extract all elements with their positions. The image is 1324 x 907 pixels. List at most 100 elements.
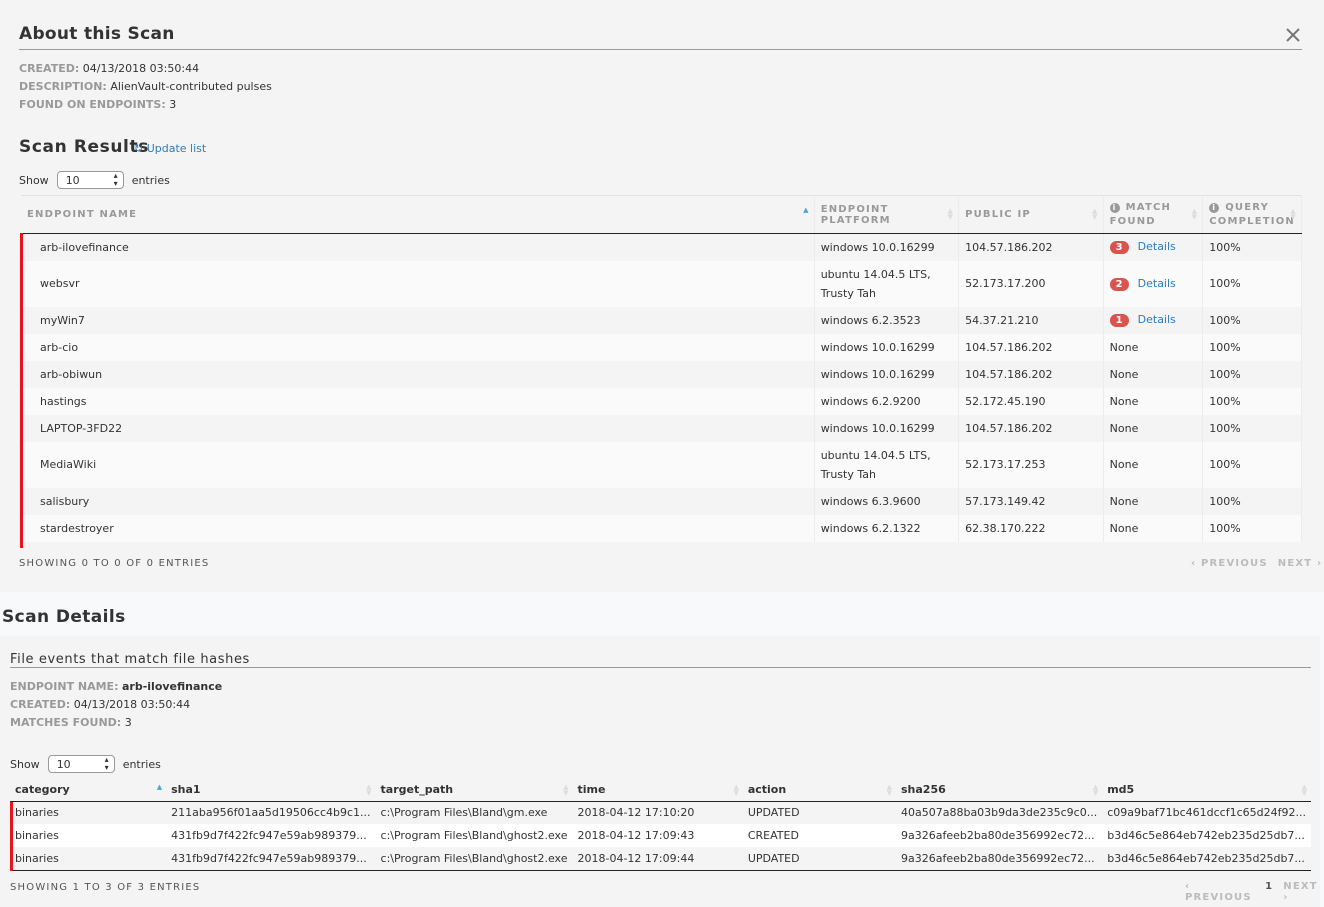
match-found: None — [1103, 360, 1204, 388]
category: binaries — [10, 847, 167, 871]
divider — [19, 49, 1302, 50]
match-none: None — [1109, 458, 1139, 471]
sort-icon: ▲ ▼ — [1092, 783, 1099, 797]
endpoint-name: websvr — [21, 260, 815, 307]
action: CREATED — [742, 824, 896, 847]
table-row[interactable]: hastings windows 6.2.9200 52.172.45.190 … — [21, 387, 1302, 415]
col-endpoint-name[interactable]: ENDPOINT NAME ▲ — [21, 195, 815, 234]
sha256: 9a326afeeb2ba80de356992ec72... — [895, 824, 1103, 847]
sha1: 431fb9d7f422fc947e59ab989379... — [166, 824, 376, 847]
results-pager: ‹ PREVIOUS NEXT › — [1191, 558, 1322, 569]
endpoint-name: MediaWiki — [21, 441, 815, 488]
endpoint-name: myWin7 — [21, 306, 815, 334]
sha1: 431fb9d7f422fc947e59ab989379... — [166, 847, 376, 871]
table-row[interactable]: websvr ubuntu 14.04.5 LTS, Trusty Tah 52… — [21, 260, 1302, 307]
sort-icon: ▲ ▼ — [947, 207, 955, 221]
table-row[interactable]: binaries 431fb9d7f422fc947e59ab989379... c… — [10, 847, 1311, 871]
col-query-completion[interactable]: i QUERY COMPLETION ▲ ▼ — [1202, 195, 1302, 234]
table-row[interactable]: binaries 431fb9d7f422fc947e59ab989379... c… — [10, 824, 1311, 847]
table-row[interactable]: stardestroyer windows 6.2.1322 62.38.170… — [21, 514, 1302, 542]
page-1-button[interactable]: 1 — [1265, 881, 1273, 903]
query-completion: 100% — [1202, 333, 1302, 361]
md5: b3d46c5e864eb742eb235d25db7... — [1102, 847, 1311, 871]
col-match-found[interactable]: i MATCH FOUND ▲ ▼ — [1103, 195, 1204, 234]
match-found: None — [1103, 514, 1204, 542]
query-completion: 100% — [1202, 360, 1302, 388]
query-completion: 100% — [1202, 487, 1302, 515]
close-icon[interactable] — [1284, 26, 1302, 44]
match-count-badge: 2 — [1109, 277, 1129, 291]
match-found: None — [1103, 441, 1204, 488]
scan-results-table: ENDPOINT NAME ▲ ENDPOINT PLATFORM ▲ ▼ PUBLI… — [21, 195, 1302, 542]
table-row[interactable]: MediaWiki ubuntu 14.04.5 LTS, Trusty Tah… — [21, 441, 1302, 488]
table-row[interactable]: arb-obiwun windows 10.0.16299 104.57.186… — [21, 360, 1302, 388]
public-ip: 104.57.186.202 — [958, 360, 1104, 388]
col-public-ip[interactable]: PUBLIC IP ▲ ▼ — [958, 195, 1104, 234]
match-found: 2 Details — [1103, 260, 1204, 307]
col-time[interactable]: time ▲ ▼ — [572, 779, 743, 802]
query-completion: 100% — [1202, 233, 1302, 261]
match-count-badge: 1 — [1109, 314, 1129, 327]
col-sha256[interactable]: sha256 ▲ ▼ — [895, 779, 1103, 802]
public-ip: 52.173.17.200 — [958, 260, 1104, 307]
time: 2018-04-12 17:10:20 — [572, 801, 743, 824]
col-md5[interactable]: md5 ▲ ▼ — [1102, 779, 1311, 802]
col-category[interactable]: category ▲ — [10, 779, 167, 802]
query-completion: 100% — [1202, 441, 1302, 488]
next-button[interactable]: NEXT › — [1278, 558, 1323, 569]
details-page-size-select[interactable]: 10 ▴ ▾ — [47, 755, 115, 773]
table-row[interactable]: arb-ilovefinance windows 10.0.16299 104.… — [21, 233, 1302, 261]
col-target-path[interactable]: target_path ▲ ▼ — [375, 779, 573, 802]
table-row[interactable]: arb-cio windows 10.0.16299 104.57.186.20… — [21, 333, 1302, 361]
public-ip: 57.173.149.42 — [958, 487, 1104, 515]
select-arrows-icon: ▴ ▾ — [113, 171, 118, 188]
col-sha1[interactable]: sha1 ▲ ▼ — [166, 779, 376, 802]
details-link[interactable]: Details — [1138, 313, 1176, 326]
found-meta: FOUND ON ENDPOINTS: 3 — [19, 98, 177, 111]
action: UPDATED — [742, 847, 896, 871]
match-found: None — [1103, 387, 1204, 415]
info-icon: i — [1109, 202, 1120, 213]
match-found: 3 Details — [1103, 233, 1204, 261]
sort-icon: ▲ ▼ — [733, 783, 739, 797]
category: binaries — [10, 801, 167, 824]
results-footer: SHOWING 0 TO 0 OF 0 ENTRIES — [19, 558, 210, 569]
endpoint-platform: windows 10.0.16299 — [814, 233, 960, 261]
sort-icon: ▲ ▼ — [1191, 207, 1199, 221]
query-completion: 100% — [1202, 387, 1302, 415]
alert-indicator — [20, 233, 23, 548]
next-button[interactable]: NEXT › — [1283, 881, 1324, 903]
previous-button[interactable]: ‹ PREVIOUS — [1191, 558, 1268, 569]
match-found: None — [1103, 333, 1204, 361]
table-row[interactable]: LAPTOP-3FD22 windows 10.0.16299 104.57.1… — [21, 414, 1302, 442]
query-completion: 100% — [1202, 414, 1302, 442]
public-ip: 52.172.45.190 — [958, 387, 1104, 415]
table-row[interactable]: myWin7 windows 6.2.3523 54.37.21.210 1 De… — [21, 306, 1302, 334]
file-events-title: File events that match file hashes — [10, 652, 250, 667]
match-found: 1 Details — [1103, 306, 1204, 334]
update-list-link[interactable]: ↻ Update list — [134, 142, 206, 155]
endpoint-meta: ENDPOINT NAME: arb-ilovefinance — [10, 680, 223, 693]
select-arrows-icon: ▴ ▾ — [104, 755, 109, 772]
sha256: 9a326afeeb2ba80de356992ec72... — [895, 847, 1103, 871]
public-ip: 52.173.17.253 — [958, 441, 1104, 488]
details-link[interactable]: Details — [1138, 240, 1176, 253]
table-row[interactable]: salisbury windows 6.3.9600 57.173.149.42… — [21, 487, 1302, 515]
previous-button[interactable]: ‹ PREVIOUS — [1185, 881, 1255, 903]
page-size-select[interactable]: 10 ▴ ▾ — [56, 171, 124, 189]
public-ip: 104.57.186.202 — [958, 333, 1104, 361]
match-found: None — [1103, 414, 1204, 442]
match-none: None — [1109, 367, 1139, 381]
col-endpoint-platform[interactable]: ENDPOINT PLATFORM ▲ ▼ — [814, 195, 960, 234]
sort-icon: ▲ ▼ — [886, 783, 892, 797]
sha256: 40a507a88ba03b9da3de235c9c0... — [895, 801, 1103, 824]
description-meta: DESCRIPTION: AlienVault-contributed puls… — [19, 80, 272, 93]
match-none: None — [1109, 421, 1139, 435]
alert-indicator — [10, 802, 13, 871]
match-none: None — [1109, 340, 1139, 354]
endpoint-name: arb-ilovefinance — [21, 233, 815, 261]
table-row[interactable]: binaries 211aba956f01aa5d19506cc4b9c1... c… — [10, 801, 1311, 824]
target-path: c:\Program Files\Bland\ghost2.exe — [375, 824, 573, 847]
details-link[interactable]: Details — [1138, 277, 1176, 290]
col-action[interactable]: action ▲ ▼ — [742, 779, 896, 802]
